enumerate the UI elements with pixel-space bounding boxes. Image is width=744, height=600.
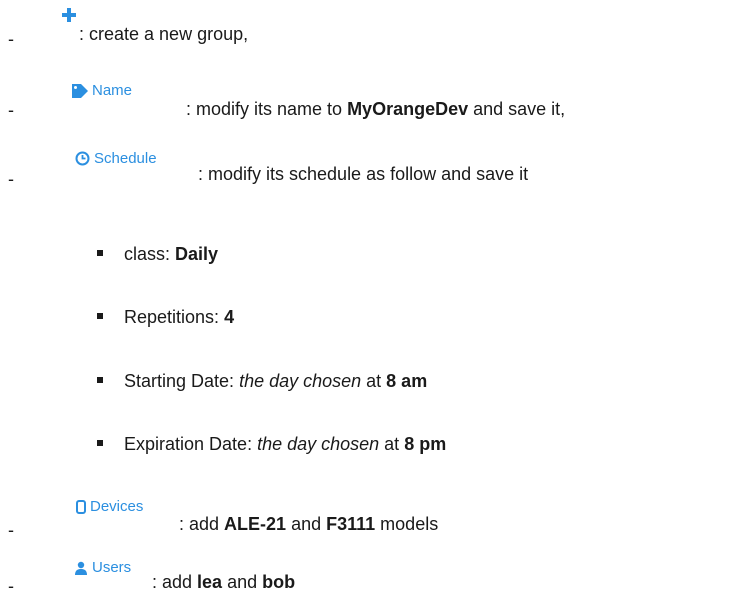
list-dash: - bbox=[8, 576, 14, 596]
user-1: lea bbox=[197, 572, 223, 592]
list-dash: - bbox=[8, 169, 14, 189]
list-dash: - bbox=[8, 29, 14, 49]
item-text-pre: : modify its name to bbox=[186, 99, 348, 119]
schedule-button[interactable]: Schedule bbox=[75, 150, 157, 167]
users-button-label: Users bbox=[92, 559, 132, 576]
subitem-label: class: bbox=[124, 244, 176, 264]
subitem-label: Expiration Date: bbox=[124, 434, 258, 454]
subitem-value: Daily bbox=[175, 244, 219, 264]
plus-icon bbox=[62, 8, 76, 22]
list-dash: - bbox=[8, 100, 14, 120]
device-model-1: ALE-21 bbox=[224, 514, 287, 534]
clock-icon bbox=[75, 151, 90, 166]
item-text-pre: : add bbox=[152, 572, 198, 592]
subitem-italic: the day chosen bbox=[239, 371, 362, 391]
user-2: bob bbox=[262, 572, 296, 592]
devices-button-label: Devices bbox=[90, 498, 144, 515]
bullet-square bbox=[97, 313, 103, 319]
subitem-value: 8 am bbox=[386, 371, 428, 391]
item-text: : modify its schedule as follow and save… bbox=[198, 164, 529, 184]
subitem-mid: at bbox=[361, 371, 387, 391]
bullet-square bbox=[97, 250, 103, 256]
name-button-label: Name bbox=[92, 82, 133, 99]
subitem-value: 8 pm bbox=[404, 434, 447, 454]
subitem-label: Repetitions: bbox=[124, 307, 225, 327]
subitem-text: Repetitions: 4 bbox=[124, 306, 234, 328]
item-text: : add lea and bob bbox=[152, 572, 295, 593]
subitem-text: Expiration Date: the day chosen at 8 pm bbox=[124, 433, 446, 455]
item-text-mid: and bbox=[222, 572, 263, 592]
item-text-pre: : add bbox=[179, 514, 225, 534]
name-button[interactable]: Name bbox=[72, 82, 132, 99]
group-name-value: MyOrangeDev bbox=[347, 99, 469, 119]
item-text: : create a new group, bbox=[79, 24, 249, 44]
subitem-text: Starting Date: the day chosen at 8 am bbox=[124, 370, 427, 392]
list-dash: - bbox=[8, 520, 14, 540]
user-icon bbox=[74, 561, 88, 575]
subitem-text: class: Daily bbox=[124, 243, 218, 265]
item-text-post: models bbox=[375, 514, 439, 534]
item-text-post: and save it, bbox=[468, 99, 566, 119]
item-text: : modify its name to MyOrangeDev and sav… bbox=[186, 99, 565, 120]
subitem-italic: the day chosen bbox=[257, 434, 380, 454]
add-group-button[interactable] bbox=[62, 8, 76, 22]
users-button[interactable]: Users bbox=[74, 559, 131, 576]
item-text-mid: and bbox=[286, 514, 327, 534]
item-text: : add ALE-21 and F3111 models bbox=[179, 514, 438, 535]
subitem-label: Starting Date: bbox=[124, 371, 240, 391]
bullet-square bbox=[97, 440, 103, 446]
bullet-square bbox=[97, 377, 103, 383]
device-icon bbox=[76, 499, 86, 514]
schedule-button-label: Schedule bbox=[94, 150, 157, 167]
tag-icon bbox=[72, 83, 88, 98]
device-model-2: F3111 bbox=[326, 514, 376, 534]
devices-button[interactable]: Devices bbox=[76, 498, 143, 515]
subitem-value: 4 bbox=[224, 307, 235, 327]
subitem-mid: at bbox=[379, 434, 405, 454]
